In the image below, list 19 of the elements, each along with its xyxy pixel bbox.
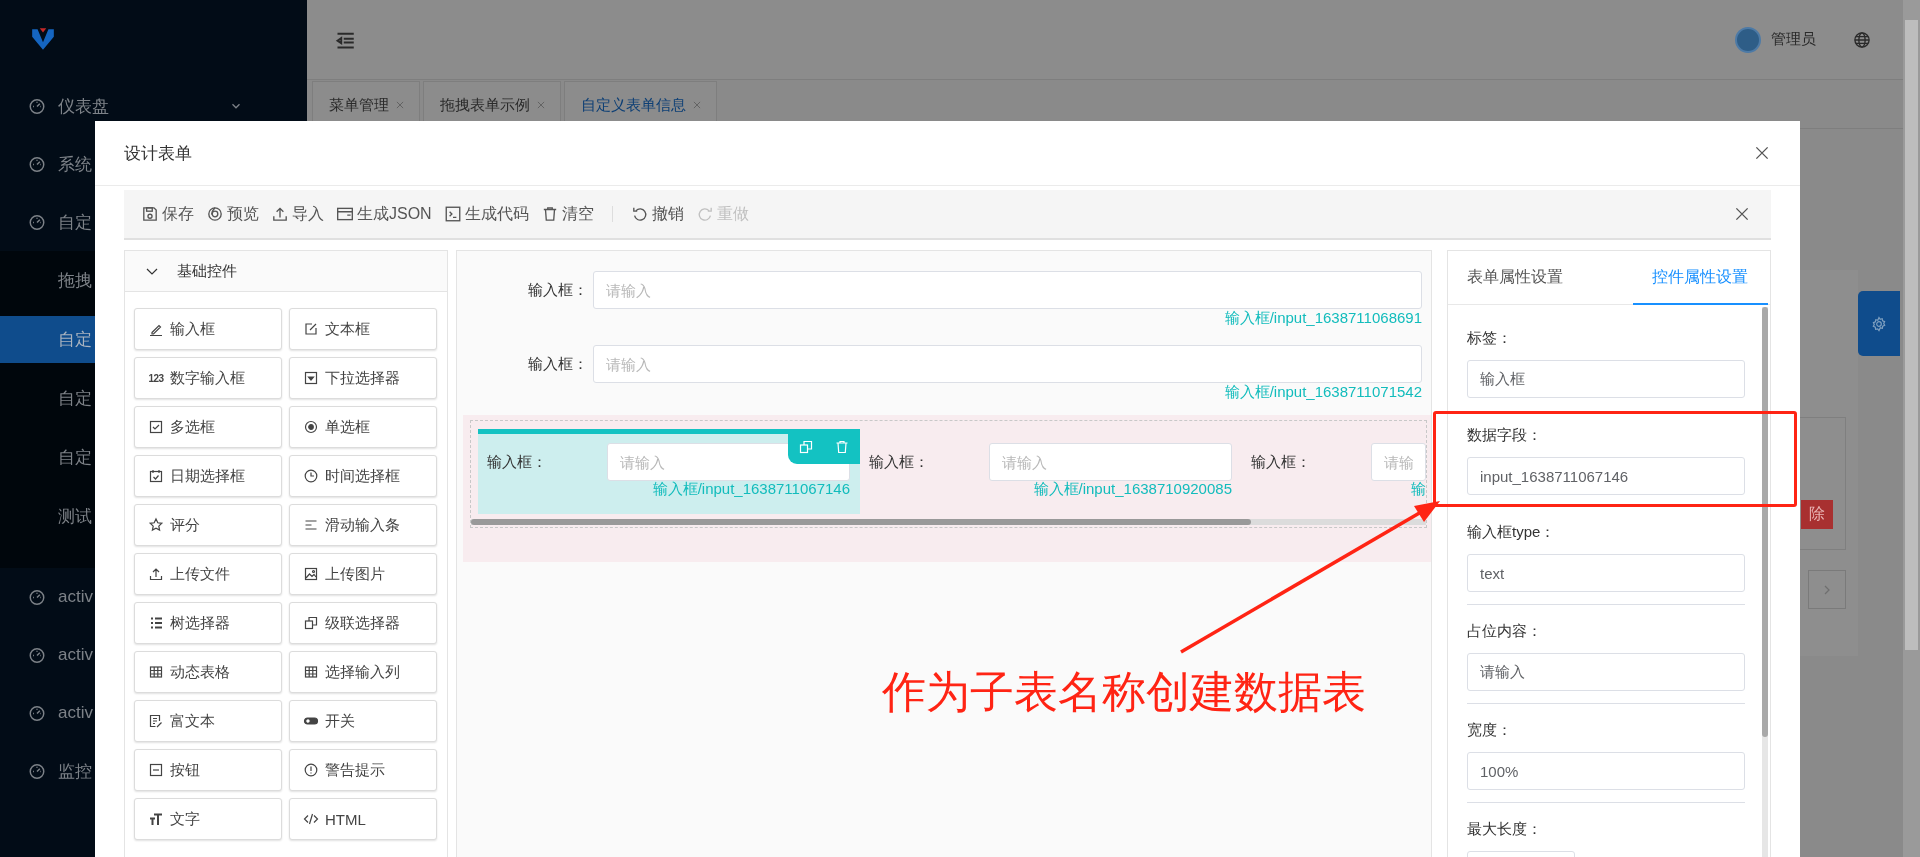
field-label: 输入框type： (1467, 522, 1557, 542)
field-label: 输入框： (1250, 452, 1312, 472)
field-caption: 输入框/input_1638711071542 (1223, 382, 1422, 402)
field-caption: 输入框/input_1638710920085 (1032, 479, 1232, 499)
field-caption: 输 (1410, 479, 1426, 499)
number-icon: 123 (148, 372, 164, 384)
field-label: 数据字段： (1467, 425, 1543, 445)
field-label: 宽度： (1467, 720, 1513, 740)
field-label: 输入框： (527, 280, 589, 300)
field-label: 输入框： (486, 452, 548, 472)
field-label: 占位内容： (1467, 621, 1543, 641)
field-label: 输入框： (527, 354, 589, 374)
field-label: 最大长度： (1467, 819, 1543, 839)
field-caption: 输入框/input_1638711067146 (651, 479, 850, 499)
field-label: 输入框： (868, 452, 930, 472)
dialog-title: 设计表单 (124, 142, 192, 165)
annotation-text: 作为子表名称创建数据表 (882, 666, 1366, 718)
field-caption: 输入框/input_1638711068691 (1223, 308, 1422, 328)
field-label: 标签： (1467, 328, 1513, 348)
